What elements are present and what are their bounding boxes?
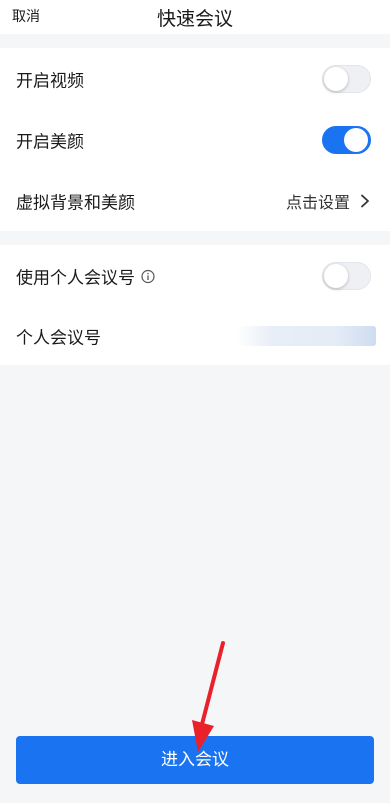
toggle-knob bbox=[324, 66, 348, 91]
beauty-setting-label: 开启美颜 bbox=[16, 132, 84, 152]
personal-id-toggle[interactable] bbox=[322, 261, 371, 290]
virtual-bg-row[interactable]: 虚拟背景和美颜 点击设置 bbox=[0, 170, 390, 231]
video-setting-label: 开启视频 bbox=[16, 71, 84, 91]
personal-id-toggle-row: 使用个人会议号 bbox=[0, 245, 390, 306]
video-toggle[interactable] bbox=[322, 64, 371, 93]
virtual-bg-value[interactable]: 点击设置 bbox=[286, 189, 350, 213]
personal-id-value-redacted bbox=[236, 325, 376, 346]
settings-group-video: 开启视频 开启美颜 虚拟背景和美颜 点击设置 bbox=[0, 48, 390, 231]
enter-meeting-button[interactable]: 进入会议 bbox=[16, 736, 374, 784]
personal-id-toggle-label: 使用个人会议号 bbox=[16, 263, 155, 288]
info-icon[interactable] bbox=[141, 269, 155, 283]
settings-group-meeting-id: 使用个人会议号 个人会议号 bbox=[0, 245, 390, 365]
virtual-bg-label: 虚拟背景和美颜 bbox=[16, 193, 135, 213]
page-title: 快速会议 bbox=[156, 8, 233, 30]
video-setting-row: 开启视频 bbox=[0, 48, 390, 109]
personal-id-label: 个人会议号 bbox=[16, 328, 101, 348]
personal-id-toggle-text: 使用个人会议号 bbox=[16, 268, 135, 288]
personal-id-row: 个人会议号 bbox=[0, 305, 390, 366]
beauty-setting-row: 开启美颜 bbox=[0, 109, 390, 170]
toggle-knob bbox=[344, 127, 368, 152]
chevron-right-icon bbox=[361, 194, 369, 207]
beauty-toggle[interactable] bbox=[322, 125, 371, 154]
toggle-knob bbox=[324, 263, 348, 288]
top-bar: 取消 快速会议 bbox=[0, 0, 390, 34]
